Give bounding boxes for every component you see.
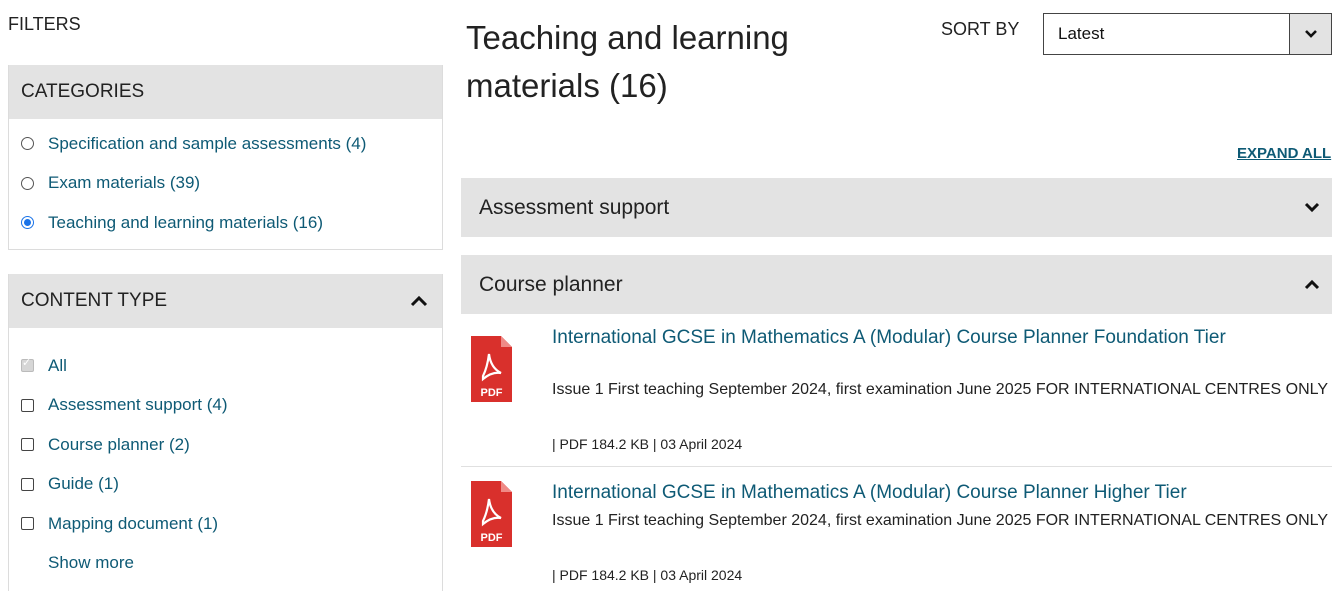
document-description: Issue 1 First teaching September 2024, f… (552, 512, 1329, 529)
page-title: Teaching and learning materials (16) (466, 19, 789, 104)
content-type-option-label: Assessment support (4) (48, 395, 228, 415)
content-type-panel: CONTENT TYPE All Assessment support (4) … (8, 274, 443, 591)
content-type-option-mapping-document[interactable]: Mapping document (1) (9, 504, 442, 544)
pdf-icon[interactable]: PDF (471, 481, 512, 547)
chevron-up-icon[interactable] (1304, 273, 1320, 296)
chevron-down-icon[interactable] (1289, 14, 1331, 54)
document-title-link[interactable]: International GCSE in Mathematics A (Mod… (552, 326, 1272, 350)
filters-title: FILTERS (8, 14, 81, 34)
content-type-heading: CONTENT TYPE (21, 290, 168, 311)
section-label: Assessment support (479, 195, 670, 219)
category-option-label: Exam materials (39) (48, 173, 201, 193)
checkbox[interactable] (21, 517, 34, 531)
content-type-option-label: Course planner (2) (48, 434, 190, 454)
sort-select[interactable]: Latest (1043, 13, 1332, 55)
section-course-planner[interactable]: Course planner (461, 255, 1332, 314)
category-option-label: Specification and sample assessments (4) (48, 133, 367, 153)
document-title-link[interactable]: International GCSE in Mathematics A (Mod… (552, 481, 1272, 505)
category-option-specification[interactable]: Specification and sample assessments (4) (9, 124, 442, 164)
content-type-option-course-planner[interactable]: Course planner (2) (9, 425, 442, 465)
radio-button-selected[interactable] (21, 216, 34, 230)
checkbox[interactable] (21, 477, 34, 491)
expand-all-link[interactable]: EXPAND ALL (1237, 145, 1331, 162)
category-option-exam-materials[interactable]: Exam materials (39) (9, 164, 442, 204)
sort-selected-value: Latest (1058, 24, 1105, 43)
radio-button[interactable] (21, 176, 34, 190)
checkbox-disabled (21, 356, 34, 373)
content-type-option-assessment-support[interactable]: Assessment support (4) (9, 386, 442, 426)
categories-header: CATEGORIES (9, 65, 442, 119)
content-type-option-label: Mapping document (1) (48, 513, 219, 533)
sort-label: SORT BY (941, 19, 1020, 39)
pdf-icon[interactable]: PDF (471, 336, 512, 402)
content-type-option-all[interactable]: All (9, 346, 442, 386)
pdf-icon-label: PDF (481, 532, 503, 544)
content-type-option-label: Guide (1) (48, 474, 119, 494)
show-more-link[interactable]: Show more (9, 544, 442, 583)
document-meta: | PDF 184.2 KB | 03 April 2024 (552, 567, 743, 583)
section-label: Course planner (479, 272, 623, 296)
content-type-option-guide[interactable]: Guide (1) (9, 465, 442, 505)
document-item: PDF International GCSE in Mathematics A … (461, 326, 1332, 466)
document-description: Issue 1 First teaching September 2024, f… (552, 381, 1329, 398)
document-meta: | PDF 184.2 KB | 03 April 2024 (552, 436, 743, 452)
categories-heading: CATEGORIES (21, 81, 145, 102)
section-assessment-support[interactable]: Assessment support (461, 178, 1332, 237)
radio-button[interactable] (21, 137, 34, 151)
divider (461, 466, 1332, 467)
categories-panel: CATEGORIES Specification and sample asse… (8, 65, 443, 250)
category-option-label: Teaching and learning materials (16) (48, 212, 323, 232)
checkbox[interactable] (21, 398, 34, 412)
chevron-down-icon[interactable] (1304, 196, 1320, 219)
pdf-icon-label: PDF (481, 387, 503, 399)
document-item: PDF International GCSE in Mathematics A … (461, 481, 1332, 591)
content-type-option-label: All (48, 355, 67, 375)
content-type-header[interactable]: CONTENT TYPE (9, 274, 442, 328)
chevron-up-icon[interactable] (408, 290, 430, 313)
checkbox[interactable] (21, 438, 34, 452)
category-option-teaching-materials[interactable]: Teaching and learning materials (16) (9, 203, 442, 243)
